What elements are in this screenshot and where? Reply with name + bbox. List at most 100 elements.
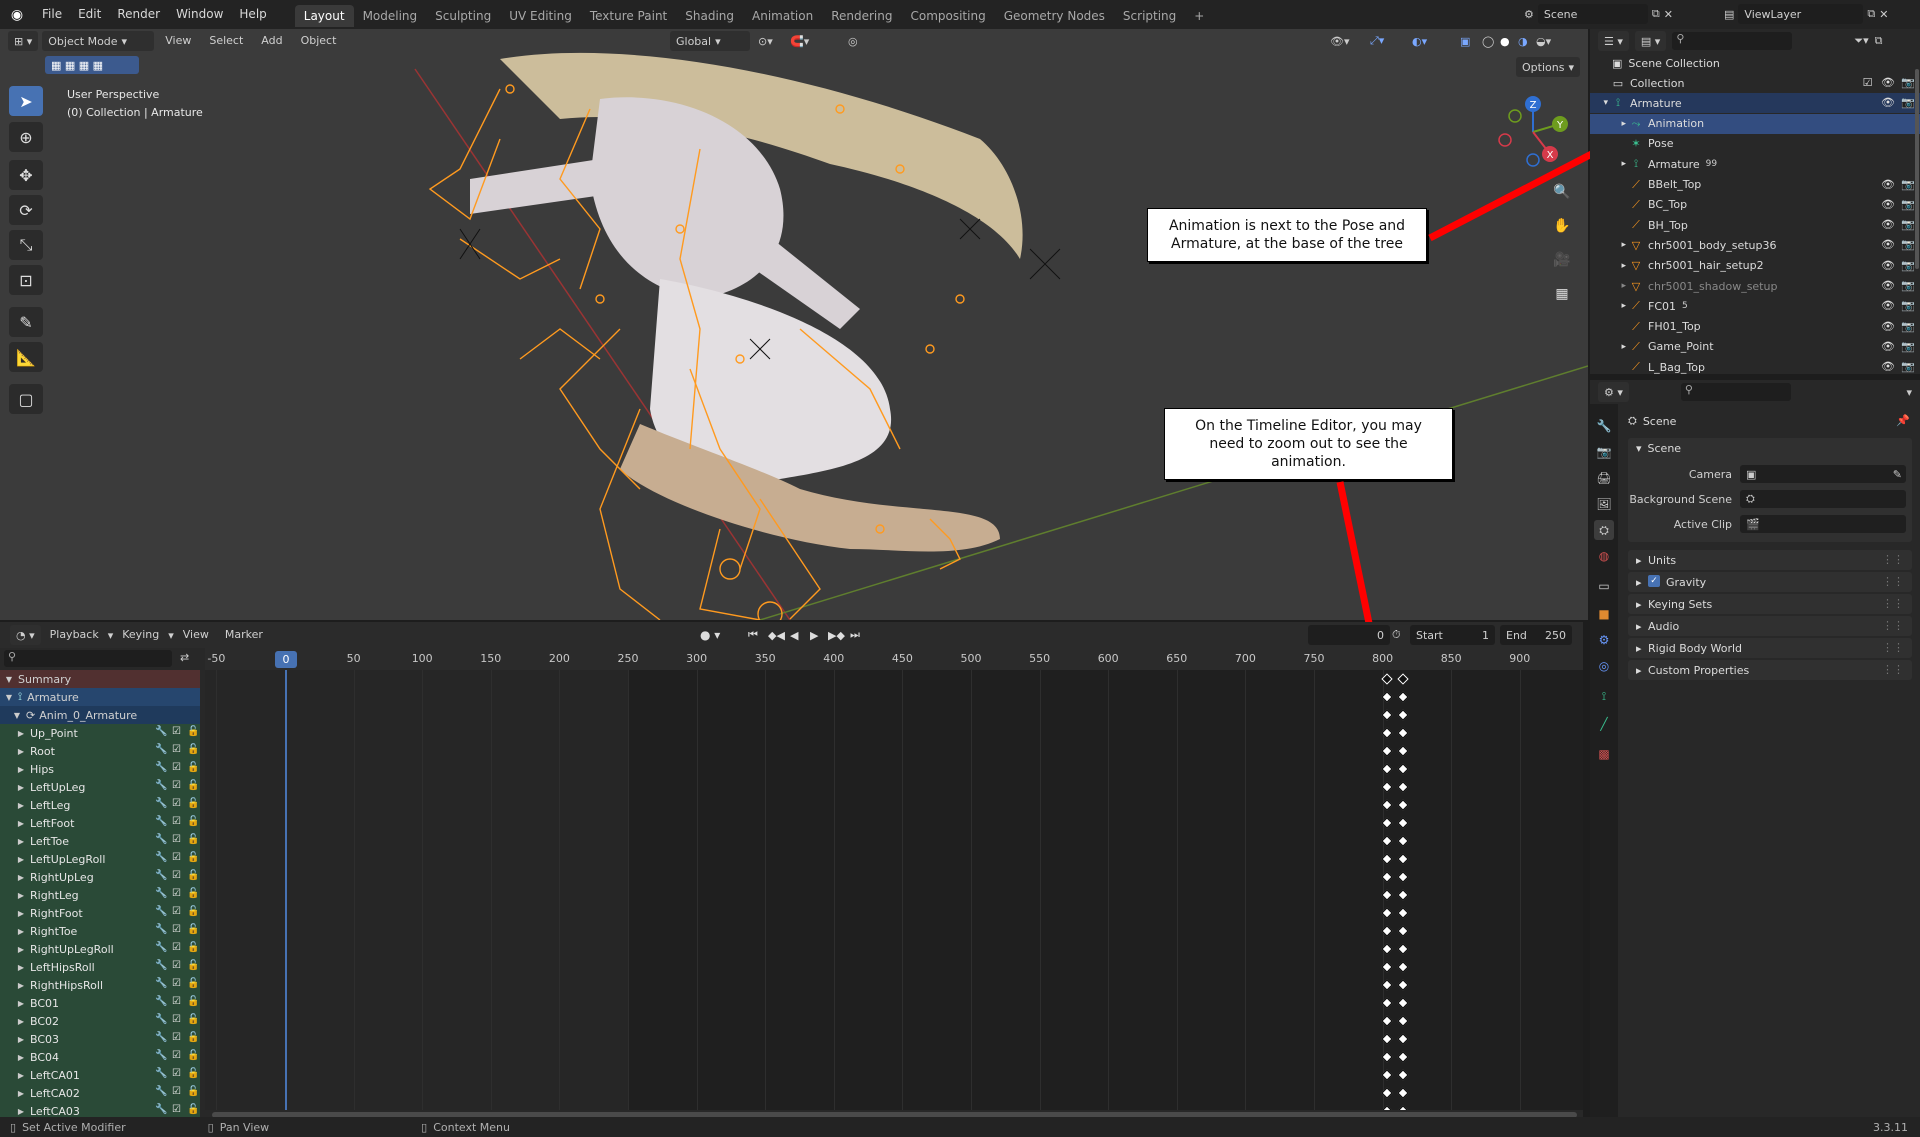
modifier-wrench-icon[interactable]: 🔧 bbox=[155, 762, 167, 774]
modifier-wrench-icon[interactable]: 🔧 bbox=[155, 1068, 167, 1080]
bone-channel-row[interactable]: ▶ RightToe 🔧 ☑ 🔓 bbox=[0, 922, 200, 940]
vp-menu-add[interactable]: Add bbox=[254, 31, 289, 51]
tab-geometry-nodes[interactable]: Geometry Nodes bbox=[995, 5, 1114, 27]
object-row[interactable]: ▼ ⟟ Armature bbox=[0, 688, 200, 706]
scene-selector[interactable]: Scene bbox=[1537, 4, 1648, 24]
camera-view-icon[interactable]: 🎥 bbox=[1549, 247, 1575, 273]
zoom-icon[interactable]: 🔍 bbox=[1549, 179, 1575, 205]
mute-checkbox-icon[interactable]: ☑ bbox=[171, 1086, 182, 1098]
tab-modeling[interactable]: Modeling bbox=[354, 5, 427, 27]
modifier-wrench-icon[interactable]: 🔧 bbox=[155, 744, 167, 756]
xray-icon[interactable]: ▣ bbox=[1460, 35, 1470, 48]
bone-tab-icon[interactable]: ╱ bbox=[1594, 714, 1614, 734]
outliner-row[interactable]: ⟋ BH_Top 👁 📷 bbox=[1590, 215, 1920, 235]
options-dropdown[interactable]: Options ▾ bbox=[1516, 57, 1580, 77]
bone-channel-row[interactable]: ▶ Hips 🔧 ☑ 🔓 bbox=[0, 760, 200, 778]
transform-tool[interactable]: ⊡ bbox=[9, 265, 43, 295]
play-icon[interactable]: ▶ bbox=[810, 629, 818, 642]
record-icon[interactable]: ● ▾ bbox=[700, 628, 720, 642]
mute-checkbox-icon[interactable]: ☑ bbox=[171, 924, 182, 936]
menu-window[interactable]: Window bbox=[168, 0, 231, 29]
outliner-row[interactable]: ▸ ⟋ Game_Point 👁 📷 bbox=[1590, 337, 1920, 357]
measure-tool[interactable]: 📐 bbox=[9, 342, 43, 372]
move-tool[interactable]: ✥ bbox=[9, 160, 43, 190]
outliner-row[interactable]: ⟋ BBelt_Top 👁 📷 bbox=[1590, 175, 1920, 195]
mute-checkbox-icon[interactable]: ☑ bbox=[171, 816, 182, 828]
lock-icon[interactable]: 🔓 bbox=[187, 978, 199, 990]
lock-icon[interactable]: 🔓 bbox=[187, 798, 199, 810]
modifier-wrench-icon[interactable]: 🔧 bbox=[155, 924, 167, 936]
lock-icon[interactable]: 🔓 bbox=[187, 996, 199, 1008]
modifier-wrench-icon[interactable]: 🔧 bbox=[155, 798, 167, 810]
outliner-row[interactable]: ▭ Collection ☑ 👁 📷 bbox=[1590, 73, 1920, 93]
bone-channel-row[interactable]: ▶ Root 🔧 ☑ 🔓 bbox=[0, 742, 200, 760]
bone-channel-row[interactable]: ▶ RightHipsRoll 🔧 ☑ 🔓 bbox=[0, 976, 200, 994]
render-camera-icon[interactable]: 📷 bbox=[1901, 340, 1915, 353]
modifier-wrench-icon[interactable]: 🔧 bbox=[155, 1086, 167, 1098]
lock-icon[interactable]: 🔓 bbox=[187, 870, 199, 882]
render-camera-icon[interactable]: 📷 bbox=[1901, 218, 1915, 231]
properties-options-icon[interactable]: ▾ bbox=[1906, 386, 1912, 399]
visibility-icon[interactable]: 👁▾ bbox=[1330, 35, 1350, 48]
tree-expand-icon[interactable]: ▾ bbox=[1590, 98, 1612, 108]
mute-checkbox-icon[interactable]: ☑ bbox=[171, 1032, 182, 1044]
expand-icon[interactable]: ▶ bbox=[12, 891, 30, 900]
modifier-wrench-icon[interactable]: 🔧 bbox=[155, 942, 167, 954]
mute-checkbox-icon[interactable]: ☑ bbox=[171, 762, 182, 774]
delete-scene-icon[interactable]: ✕ bbox=[1664, 8, 1673, 21]
shading-solid-icon[interactable]: ● bbox=[1500, 35, 1510, 48]
expand-icon[interactable]: ▶ bbox=[12, 765, 30, 774]
prev-keyframe-icon[interactable]: ◆◀ bbox=[768, 629, 785, 642]
mute-checkbox-icon[interactable]: ☑ bbox=[171, 1014, 182, 1026]
start-frame-field[interactable]: Start 1 bbox=[1410, 625, 1495, 645]
pin-icon[interactable]: 📌 bbox=[1896, 414, 1910, 427]
modifier-wrench-icon[interactable]: 🔧 bbox=[155, 780, 167, 792]
render-camera-icon[interactable]: 📷 bbox=[1901, 96, 1915, 109]
outliner-row[interactable]: ⟋ L_Bag_Top 👁 📷 bbox=[1590, 357, 1920, 374]
mute-checkbox-icon[interactable]: ☑ bbox=[171, 798, 182, 810]
bone-channel-row[interactable]: ▶ BC01 🔧 ☑ 🔓 bbox=[0, 994, 200, 1012]
outliner-row[interactable]: ▾ ⟟ Armature 👁 📷 bbox=[1590, 93, 1920, 114]
expand-icon[interactable]: ▶ bbox=[12, 873, 30, 882]
outliner-editor-type[interactable]: ☰ ▾ bbox=[1598, 31, 1629, 51]
modifier-wrench-icon[interactable]: 🔧 bbox=[155, 1050, 167, 1062]
visibility-eye-icon[interactable]: 👁 bbox=[1881, 340, 1895, 353]
bone-channel-row[interactable]: ▶ BC02 🔧 ☑ 🔓 bbox=[0, 1012, 200, 1030]
subpanel-header[interactable]: ▸ Audio ⋮⋮ bbox=[1628, 616, 1912, 636]
bone-channel-row[interactable]: ▶ Up_Point 🔧 ☑ 🔓 bbox=[0, 724, 200, 742]
timeline-editor[interactable]: ◔ ▾ Playback ▾ Keying ▾ View Marker ● ▾ ⏮ … bbox=[0, 622, 1583, 1125]
expand-icon[interactable]: ▶ bbox=[12, 1053, 30, 1062]
subpanel-header[interactable]: ▸ Rigid Body World ⋮⋮ bbox=[1628, 638, 1912, 658]
bone-channel-row[interactable]: ▶ LeftCA02 🔧 ☑ 🔓 bbox=[0, 1084, 200, 1102]
keyframe-area[interactable] bbox=[205, 670, 1583, 1110]
menu-help[interactable]: Help bbox=[231, 0, 274, 29]
mute-checkbox-icon[interactable]: ☑ bbox=[171, 942, 182, 954]
lock-icon[interactable]: 🔓 bbox=[187, 1014, 199, 1026]
drag-handle-icon[interactable]: ⋮⋮ bbox=[1882, 619, 1904, 632]
expand-icon[interactable]: ▶ bbox=[12, 801, 30, 810]
properties-editor[interactable]: ⚙ ▾ ⚲ ▾ 🔧 📷 🖨 🖼 ⛭ ◍ ▭ ■ ⚙ ◎ ⟟ ╱ ▩ ⛭ Scene… bbox=[1590, 380, 1920, 1137]
tree-expand-icon[interactable]: ▸ bbox=[1590, 301, 1630, 311]
select-box-tool[interactable]: ➤ bbox=[9, 86, 43, 116]
mute-checkbox-icon[interactable]: ☑ bbox=[171, 888, 182, 900]
lock-icon[interactable]: 🔓 bbox=[187, 1086, 199, 1098]
outliner-search-input[interactable]: ⚲ bbox=[1672, 32, 1793, 50]
modifier-wrench-icon[interactable]: 🔧 bbox=[155, 996, 167, 1008]
channel-sync-icon[interactable]: ⇄ bbox=[180, 651, 189, 664]
menu-edit[interactable]: Edit bbox=[70, 0, 109, 29]
vp-menu-object[interactable]: Object bbox=[294, 31, 344, 51]
tree-expand-icon[interactable]: ▸ bbox=[1590, 119, 1630, 129]
new-view-layer-icon[interactable]: ⧉ bbox=[1867, 7, 1875, 21]
gravity-checkbox[interactable]: ✓ bbox=[1648, 575, 1660, 587]
modifier-wrench-icon[interactable]: 🔧 bbox=[155, 726, 167, 738]
object-mode-dropdown[interactable]: Object Mode ▾ bbox=[42, 31, 155, 51]
frame-ruler[interactable]: -50 0 50 100 150 200 250 300 350 400 450 500 550 600 6… bbox=[205, 648, 1583, 670]
blender-logo-icon[interactable]: ◉ bbox=[0, 7, 34, 23]
expand-icon[interactable]: ▶ bbox=[12, 945, 30, 954]
outliner-row[interactable]: ▸ ▽ chr5001_hair_setup2 👁 📷 bbox=[1590, 256, 1920, 276]
drag-handle-icon[interactable]: ⋮⋮ bbox=[1882, 663, 1904, 676]
subpanel-header[interactable]: ▸ Units ⋮⋮ bbox=[1628, 550, 1912, 570]
lock-icon[interactable]: 🔓 bbox=[187, 1032, 199, 1044]
scale-tool[interactable]: ⤡ bbox=[9, 230, 43, 260]
collection-tab-icon[interactable]: ▭ bbox=[1594, 576, 1614, 596]
